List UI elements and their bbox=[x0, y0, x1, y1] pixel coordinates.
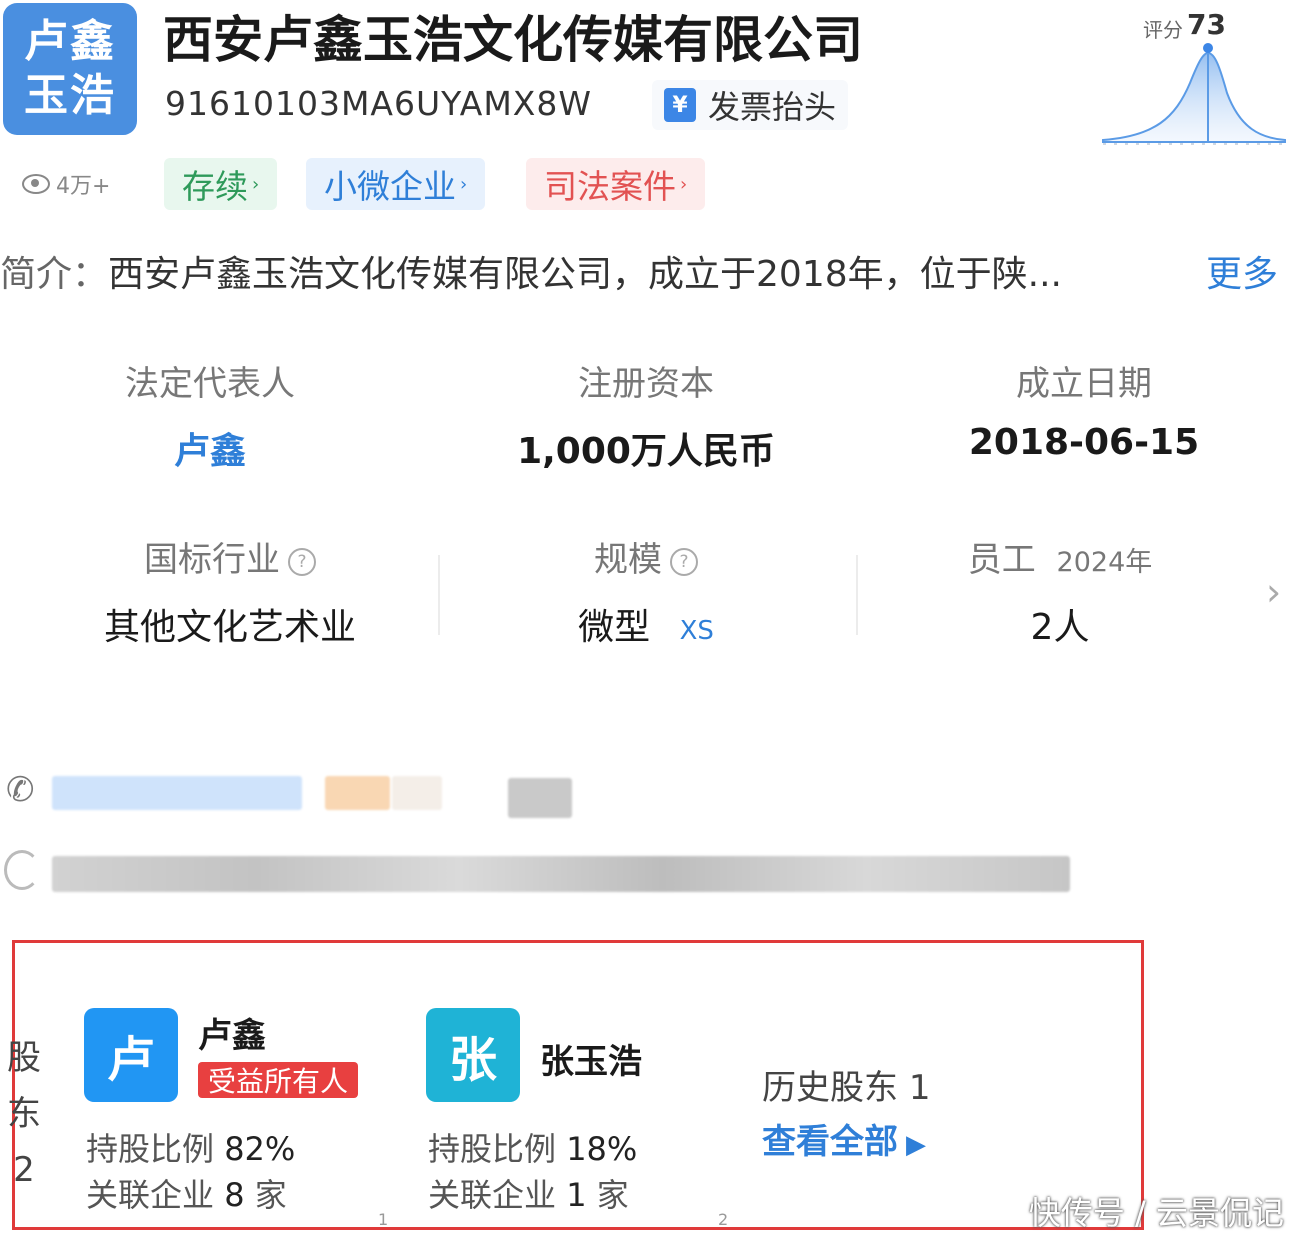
capital-value: 1,000万人民币 bbox=[517, 431, 775, 472]
help-icon[interactable]: ? bbox=[670, 547, 698, 576]
related-companies[interactable]: 关联企业 1 家 bbox=[428, 1170, 629, 1216]
view-all-label: 查看全部 bbox=[762, 1122, 898, 1162]
staff-label: 员工 2024年 bbox=[880, 532, 1240, 581]
intro-label: 简介： bbox=[0, 254, 109, 295]
score-widget[interactable]: 评分 73 bbox=[1095, 8, 1290, 148]
tag-enterprise-size[interactable]: 小微企业 › bbox=[306, 158, 486, 210]
scale-tag: XS bbox=[679, 616, 714, 646]
share-value: 18% bbox=[566, 1130, 638, 1168]
score-distribution-curve bbox=[1102, 43, 1286, 145]
shareholding-ratio: 持股比例 82% bbox=[86, 1124, 295, 1170]
scale-value-text: 微型 bbox=[578, 607, 651, 648]
tag-size-label: 小微企业 bbox=[324, 167, 456, 206]
related-count: 1 bbox=[566, 1176, 587, 1214]
company-logo: 卢鑫 玉浩 bbox=[3, 3, 137, 135]
redacted-address bbox=[52, 856, 1070, 892]
view-all-link[interactable]: 查看全部 ▶ bbox=[762, 1114, 926, 1163]
chevron-right-icon: › bbox=[252, 173, 260, 195]
shareholding-ratio: 持股比例 18% bbox=[428, 1124, 637, 1170]
intro-more-link[interactable]: 更多 bbox=[1206, 245, 1278, 297]
logo-line-1: 卢鑫 bbox=[24, 16, 116, 67]
legal-rep-label: 法定代表人 bbox=[125, 364, 295, 404]
related-unit: 家 bbox=[254, 1176, 287, 1214]
side-char: 股 bbox=[7, 1038, 41, 1078]
triangle-right-icon: ▶ bbox=[906, 1130, 926, 1160]
capital-label: 注册资本 bbox=[578, 364, 714, 404]
logo-line-2: 玉浩 bbox=[24, 70, 116, 121]
history-shareholders: 历史股东 1 bbox=[762, 1060, 930, 1109]
related-unit: 家 bbox=[596, 1176, 629, 1214]
related-label: 关联企业 bbox=[86, 1176, 215, 1214]
redacted-phone-tag bbox=[325, 776, 390, 810]
company-intro: 简介：西安卢鑫玉浩文化传媒有限公司，成立于2018年，位于陕... bbox=[0, 245, 1062, 297]
watermark: 快传号 / 云景侃记 bbox=[1028, 1194, 1284, 1232]
page-indicator: 2 bbox=[718, 1210, 729, 1229]
tag-status[interactable]: 存续 › bbox=[164, 158, 278, 210]
scale-label-text: 规模 bbox=[594, 540, 662, 580]
share-value: 82% bbox=[224, 1130, 296, 1168]
staff-label-text: 员工 bbox=[967, 540, 1036, 580]
view-count: 4万+ bbox=[22, 168, 110, 200]
help-icon[interactable]: ? bbox=[288, 547, 316, 576]
staff-year: 2024年 bbox=[1056, 547, 1153, 578]
divider bbox=[438, 555, 440, 635]
shareholders-side-label: 股 东 2 bbox=[4, 1030, 44, 1198]
chevron-right-icon[interactable]: › bbox=[1266, 570, 1281, 614]
scale-value: 微型 XS bbox=[466, 598, 826, 650]
tag-legal-cases[interactable]: 司法案件 › bbox=[526, 158, 706, 210]
side-char: 东 bbox=[7, 1094, 41, 1134]
shareholder-name[interactable]: 张玉浩 bbox=[540, 1034, 642, 1083]
beneficial-owner-badge: 受益所有人 bbox=[198, 1062, 359, 1098]
founded-value: 2018-06-15 bbox=[968, 422, 1200, 463]
share-label: 持股比例 bbox=[428, 1130, 557, 1168]
intro-text: 西安卢鑫玉浩文化传媒有限公司，成立于2018年，位于陕... bbox=[108, 254, 1062, 295]
tag-status-label: 存续 bbox=[182, 167, 248, 206]
eye-icon bbox=[22, 174, 50, 194]
company-name: 西安卢鑫玉浩文化传媒有限公司 bbox=[163, 11, 863, 69]
chevron-right-icon: › bbox=[680, 173, 688, 195]
invoice-icon: ¥ bbox=[664, 88, 696, 122]
industry-value: 其他文化艺术业 bbox=[103, 607, 356, 648]
view-count-text: 4万+ bbox=[56, 174, 111, 199]
invoice-header-button[interactable]: ¥ 发票抬头 bbox=[652, 80, 849, 130]
invoice-label: 发票抬头 bbox=[708, 88, 837, 126]
related-label: 关联企业 bbox=[428, 1176, 557, 1214]
phone-icon[interactable]: ✆ bbox=[6, 770, 35, 810]
divider bbox=[856, 555, 858, 635]
location-icon bbox=[4, 850, 40, 890]
founded-label: 成立日期 bbox=[1016, 364, 1152, 404]
credit-code: 91610103MA6UYAMX8W bbox=[165, 84, 593, 123]
page-indicator: 1 bbox=[378, 1210, 389, 1229]
staff-value: 2人 bbox=[1030, 607, 1090, 648]
industry-label-text: 国标行业 bbox=[144, 540, 280, 580]
history-label: 历史股东 bbox=[762, 1068, 898, 1108]
avatar[interactable]: 卢 bbox=[84, 1008, 178, 1102]
history-count: 1 bbox=[908, 1068, 931, 1108]
redacted-more bbox=[508, 778, 572, 818]
share-label: 持股比例 bbox=[86, 1130, 215, 1168]
avatar[interactable]: 张 bbox=[426, 1008, 520, 1102]
scale-label: 规模? bbox=[466, 532, 826, 581]
tag-legal-label: 司法案件 bbox=[544, 167, 676, 206]
redacted-phone bbox=[52, 776, 302, 810]
related-companies[interactable]: 关联企业 8 家 bbox=[86, 1170, 287, 1216]
related-count: 8 bbox=[224, 1176, 245, 1214]
industry-label: 国标行业? bbox=[50, 532, 410, 581]
side-count: 2 bbox=[13, 1150, 35, 1190]
chevron-right-icon: › bbox=[460, 173, 468, 195]
shareholder-name[interactable]: 卢鑫 bbox=[198, 1008, 266, 1057]
redacted-phone-tag bbox=[392, 776, 442, 810]
legal-rep-value[interactable]: 卢鑫 bbox=[30, 422, 390, 474]
